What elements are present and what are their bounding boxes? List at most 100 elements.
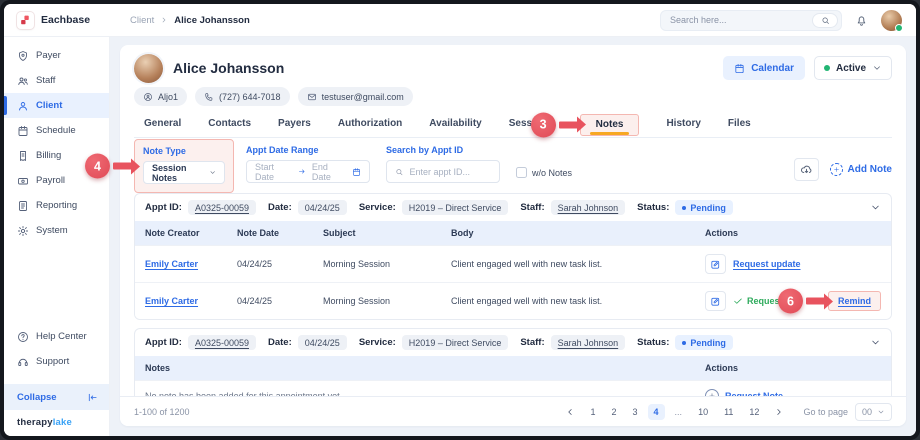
- sidebar-item-support[interactable]: Support: [4, 349, 109, 374]
- calendar-icon: [17, 125, 29, 137]
- brand-block[interactable]: Eachbase: [4, 12, 110, 29]
- edit-pencil-icon: [710, 259, 721, 270]
- therapylake-logo: therapylake: [4, 410, 109, 436]
- annotation-arrow-icon: [806, 298, 825, 305]
- sidebar-item-label: Schedule: [36, 125, 76, 136]
- collapse-chevron-icon[interactable]: [870, 202, 881, 213]
- sidebar-item-label: Client: [36, 100, 62, 111]
- pagination-footer: 1-100 of 1200 1 2 3 4 ... 10 11 12: [120, 396, 906, 426]
- search-icon[interactable]: [812, 13, 838, 28]
- staff-value[interactable]: Sarah Johnson: [551, 200, 626, 215]
- sidebar-item-client[interactable]: Client: [4, 93, 109, 118]
- sidebar-item-system[interactable]: System: [4, 218, 109, 243]
- sidebar-item-reporting[interactable]: Reporting: [4, 193, 109, 218]
- sidebar-item-payer[interactable]: Payer: [4, 43, 109, 68]
- collapse-chevron-icon[interactable]: [870, 429, 881, 436]
- date-range-filter: Appt Date Range Start Date End Date: [246, 145, 370, 183]
- tab-availability[interactable]: Availability: [429, 113, 481, 137]
- body-row: Payer Staff Client Schedule Billing Payr…: [4, 37, 916, 436]
- note-creator-link[interactable]: Emily Carter: [145, 296, 198, 306]
- pager: 1 2 3 4 ... 10 11 12: [560, 404, 789, 420]
- export-cloud-button[interactable]: [794, 158, 819, 181]
- edit-note-button[interactable]: [705, 254, 726, 274]
- status-label: Status:: [637, 202, 669, 213]
- remind-button-highlighted[interactable]: Remind: [828, 291, 881, 311]
- sidebar-item-label: System: [36, 225, 68, 236]
- appt-id-input[interactable]: [409, 167, 491, 177]
- global-search[interactable]: [660, 10, 842, 31]
- service-label: Service:: [359, 202, 396, 213]
- note-type-filter-highlighted: Note Type Session Notes 4: [134, 139, 234, 193]
- tab-sessions[interactable]: Sessions: [509, 113, 553, 137]
- global-search-input[interactable]: [670, 15, 812, 25]
- appt-id-value[interactable]: A0325-00059: [188, 200, 256, 215]
- page-button[interactable]: 3: [627, 404, 644, 420]
- sidebar: Payer Staff Client Schedule Billing Payr…: [4, 37, 110, 436]
- col-note-date: Note Date: [237, 228, 323, 238]
- sidebar-item-billing[interactable]: Billing: [4, 143, 109, 168]
- page-button[interactable]: 10: [692, 404, 714, 420]
- service-label: Service:: [359, 337, 396, 348]
- appt-id-filter: Search by Appt ID: [386, 145, 500, 183]
- topbar-right: [660, 10, 916, 31]
- chevron-down-icon: [209, 168, 216, 177]
- calendar-icon: [352, 167, 361, 177]
- note-type-dropdown[interactable]: Session Notes: [143, 161, 225, 184]
- page-button-active[interactable]: 4: [648, 404, 665, 420]
- request-update-link[interactable]: Request update: [733, 259, 801, 269]
- col-actions: Actions: [705, 228, 881, 238]
- headset-icon: [17, 356, 29, 368]
- appt-id-search[interactable]: [386, 160, 500, 183]
- client-icon: [17, 100, 29, 112]
- page-button[interactable]: 2: [606, 404, 623, 420]
- appt-id-value[interactable]: A0325-00059: [188, 427, 256, 436]
- sidebar-item-schedule[interactable]: Schedule: [4, 118, 109, 143]
- staff-value[interactable]: Sarah Johnson: [551, 427, 626, 436]
- prev-page-chevron[interactable]: [560, 407, 580, 417]
- help-icon: [17, 331, 29, 343]
- note-creator-link[interactable]: Emily Carter: [145, 259, 198, 269]
- user-avatar[interactable]: [881, 10, 902, 31]
- tab-notes-active[interactable]: Notes 3: [580, 114, 640, 136]
- page-size-select[interactable]: 00: [855, 403, 892, 421]
- sidebar-item-label: Payer: [36, 50, 61, 61]
- add-note-button[interactable]: Add Note: [830, 163, 892, 176]
- notifications-bell-icon[interactable]: [855, 14, 868, 27]
- next-page-chevron[interactable]: [769, 407, 789, 417]
- appt-id-value[interactable]: A0325-00059: [188, 335, 256, 350]
- status-dropdown[interactable]: Active: [814, 56, 892, 80]
- sidebar-item-help-center[interactable]: Help Center: [4, 324, 109, 349]
- tab-payers[interactable]: Payers: [278, 113, 311, 137]
- money-icon: [17, 175, 29, 187]
- collapse-button[interactable]: Collapse: [4, 384, 109, 410]
- client-contact-chips: Aljo1 (727) 644-7018 testuser@gmail.com: [134, 87, 892, 106]
- sidebar-item-staff[interactable]: Staff: [4, 68, 109, 93]
- status-value: Active: [836, 63, 866, 74]
- page-button[interactable]: 11: [718, 404, 739, 420]
- tab-files[interactable]: Files: [728, 113, 751, 137]
- note-body: Client engaged well with new task list.: [451, 259, 705, 269]
- page-button[interactable]: 12: [743, 404, 765, 420]
- tab-general[interactable]: General: [144, 113, 181, 137]
- notes-table-header: Note Creator Note Date Subject Body Acti…: [135, 221, 891, 245]
- tab-history[interactable]: History: [666, 113, 700, 137]
- page-button[interactable]: 1: [584, 404, 601, 420]
- calendar-button[interactable]: Calendar: [723, 56, 805, 80]
- edit-note-button[interactable]: [705, 291, 726, 311]
- date-label: Date:: [268, 429, 292, 436]
- staff-label: Staff:: [520, 429, 544, 436]
- sidebar-item-payroll[interactable]: Payroll: [4, 168, 109, 193]
- wo-notes-checkbox[interactable]: [516, 167, 527, 178]
- collapse-chevron-icon[interactable]: [870, 337, 881, 348]
- report-icon: [17, 200, 29, 212]
- breadcrumb-section[interactable]: Client: [130, 15, 154, 26]
- wo-notes-checkbox-row[interactable]: w/o Notes: [516, 167, 572, 178]
- staff-value[interactable]: Sarah Johnson: [551, 335, 626, 350]
- check-icon: [733, 296, 743, 306]
- status-label: Status:: [637, 429, 669, 436]
- tab-authorization[interactable]: Authorization: [338, 113, 402, 137]
- tab-contacts[interactable]: Contacts: [208, 113, 251, 137]
- window-frame: Eachbase Client Alice Johansson Payer: [0, 0, 920, 440]
- date-range-picker[interactable]: Start Date End Date: [246, 160, 370, 183]
- appt-id-label: Appt ID:: [145, 337, 182, 348]
